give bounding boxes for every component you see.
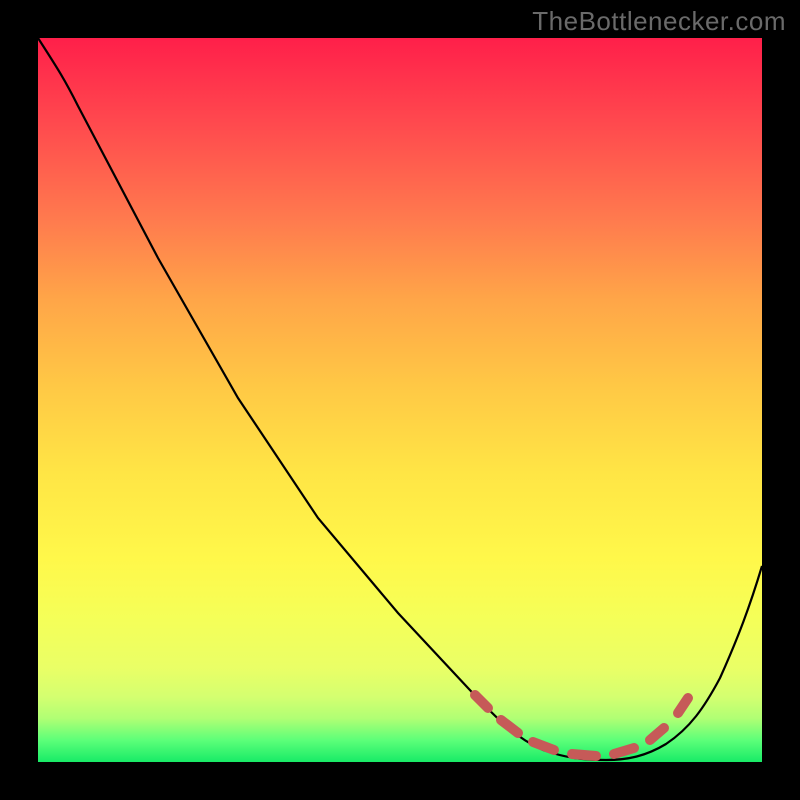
- chart-svg: [38, 38, 762, 762]
- chart-stage: TheBottlenecker.com: [0, 0, 800, 800]
- attribution-text: TheBottlenecker.com: [532, 6, 786, 37]
- optimal-range-dashes: [475, 695, 688, 756]
- chart-plot-area: [38, 38, 762, 762]
- bottleneck-curve: [38, 38, 762, 760]
